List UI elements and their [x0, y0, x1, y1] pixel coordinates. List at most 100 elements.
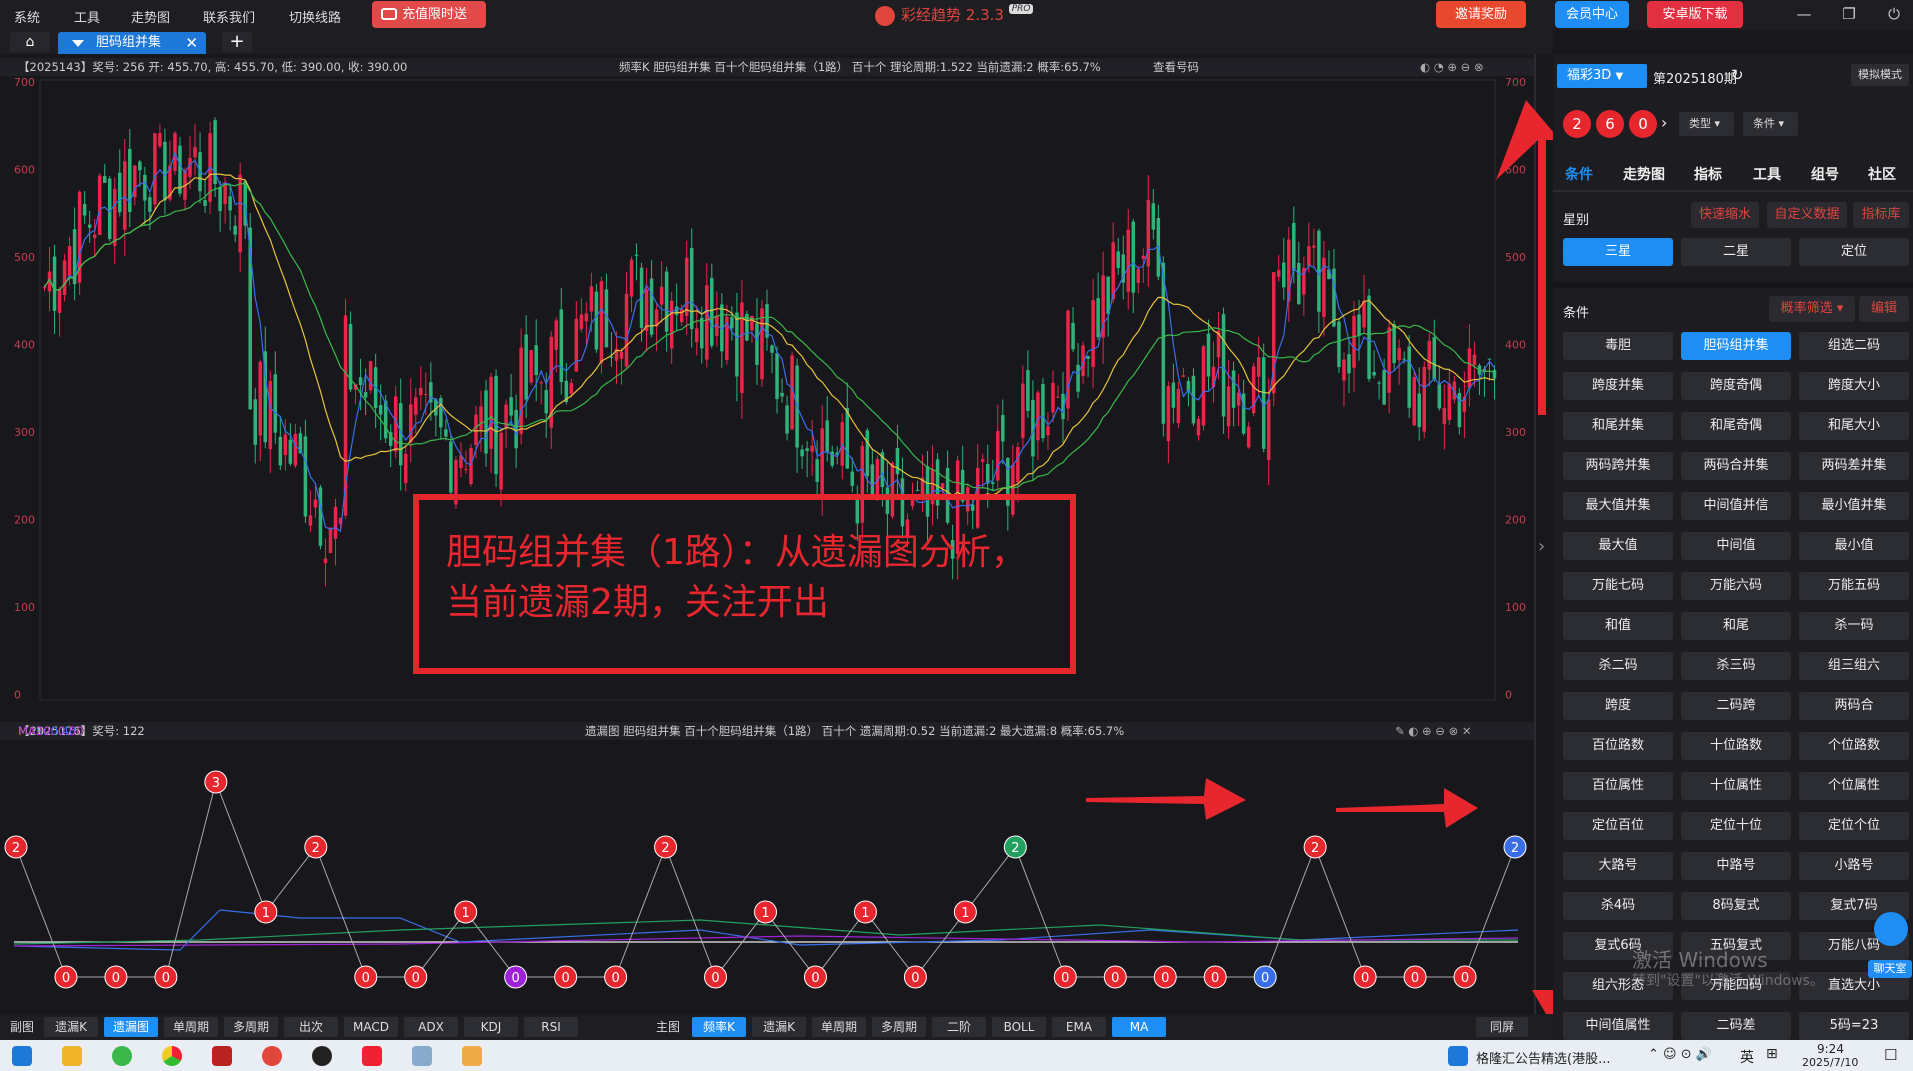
- news-ticker[interactable]: 格隆汇公告精选(港股...: [1476, 1048, 1610, 1067]
- condition-button[interactable]: 杀三码: [1681, 652, 1791, 680]
- lottery-select[interactable]: 福彩3D ▼: [1557, 64, 1647, 88]
- indicator-lib-button[interactable]: 指标库: [1853, 202, 1909, 228]
- condition-button[interactable]: 十位属性: [1681, 772, 1791, 800]
- probability-filter-dropdown[interactable]: 概率筛选 ▾: [1769, 296, 1855, 322]
- condition-button[interactable]: 和尾奇偶: [1681, 412, 1791, 440]
- condition-button[interactable]: 中间值并信: [1681, 492, 1791, 520]
- main-chart-button[interactable]: 二阶: [932, 1017, 986, 1037]
- sub-chart-button[interactable]: RSI: [524, 1017, 578, 1037]
- tab-trend[interactable]: 走势图: [1623, 164, 1665, 184]
- android-download-button[interactable]: 安卓版下载: [1647, 1, 1743, 28]
- sub-chart-button[interactable]: 单周期: [164, 1017, 218, 1037]
- condition-button[interactable]: 中间值: [1681, 532, 1791, 560]
- condition-button[interactable]: 跨度: [1563, 692, 1673, 720]
- condition-button[interactable]: 组选二码: [1799, 332, 1909, 360]
- type-dropdown[interactable]: 类型 ▾: [1679, 112, 1734, 136]
- condition-button[interactable]: 跨度大小: [1799, 372, 1909, 400]
- chevron-right-icon[interactable]: ›: [1661, 113, 1667, 132]
- sim-mode-button[interactable]: 模拟模式: [1851, 64, 1909, 86]
- condition-button[interactable]: 胆码组并集: [1681, 332, 1791, 360]
- condition-button[interactable]: 小路号: [1799, 852, 1909, 880]
- member-center-button[interactable]: 会员中心: [1555, 1, 1629, 28]
- sub-chart-button[interactable]: 出次: [284, 1017, 338, 1037]
- condition-button[interactable]: 两码合: [1799, 692, 1909, 720]
- condition-button[interactable]: 8码复式: [1681, 892, 1791, 920]
- condition-button[interactable]: 大路号: [1563, 852, 1673, 880]
- tab-conditions[interactable]: 条件: [1565, 164, 1593, 184]
- condition-button[interactable]: 二码差: [1681, 1012, 1791, 1040]
- notes-icon[interactable]: [412, 1046, 432, 1066]
- main-chart-button[interactable]: BOLL: [992, 1017, 1046, 1037]
- tab-indicators[interactable]: 指标: [1694, 164, 1722, 184]
- condition-button[interactable]: 杀4码: [1563, 892, 1673, 920]
- custom-data-button[interactable]: 自定义数据: [1767, 202, 1847, 228]
- condition-button[interactable]: 最小值并集: [1799, 492, 1909, 520]
- condition-button[interactable]: 百位属性: [1563, 772, 1673, 800]
- condition-button[interactable]: 两码跨并集: [1563, 452, 1673, 480]
- condition-button[interactable]: 最小值: [1799, 532, 1909, 560]
- news-icon[interactable]: [1448, 1046, 1468, 1066]
- condition-button[interactable]: 万能六码: [1681, 572, 1791, 600]
- wps-icon[interactable]: [362, 1046, 382, 1066]
- ime-grid-icon[interactable]: ⊞: [1766, 1046, 1778, 1062]
- sub-chart-button[interactable]: KDJ: [464, 1017, 518, 1037]
- condition-button[interactable]: 二码跨: [1681, 692, 1791, 720]
- position-button[interactable]: 定位: [1799, 238, 1909, 266]
- chat-bubble-icon[interactable]: [1874, 912, 1908, 946]
- main-chart-button[interactable]: EMA: [1052, 1017, 1106, 1037]
- main-chart-button[interactable]: 遗漏K: [752, 1017, 806, 1037]
- condition-button[interactable]: 最大值: [1563, 532, 1673, 560]
- condition-button[interactable]: 和尾大小: [1799, 412, 1909, 440]
- condition-button[interactable]: 跨度奇偶: [1681, 372, 1791, 400]
- restore-icon[interactable]: ❐: [1838, 3, 1860, 25]
- sub-chart-button[interactable]: 遗漏图: [104, 1017, 158, 1037]
- notification-icon[interactable]: ☐: [1884, 1046, 1897, 1064]
- windows-start-icon[interactable]: [12, 1046, 32, 1066]
- tab-group[interactable]: 组号: [1811, 164, 1839, 184]
- condition-button[interactable]: 个位路数: [1799, 732, 1909, 760]
- condition-button[interactable]: 两码差并集: [1799, 452, 1909, 480]
- condition-button[interactable]: 中间值属性: [1563, 1012, 1673, 1040]
- condition-button[interactable]: 组三组六: [1799, 652, 1909, 680]
- sub-chart-button[interactable]: 遗漏K: [44, 1017, 98, 1037]
- edit-button[interactable]: 编辑: [1859, 296, 1909, 322]
- sub-chart-button[interactable]: ADX: [404, 1017, 458, 1037]
- chat-room-button[interactable]: 聊天室: [1868, 960, 1912, 978]
- refresh-icon[interactable]: ↻: [1731, 66, 1744, 84]
- clock-time[interactable]: 9:24: [1817, 1042, 1844, 1056]
- minimize-icon[interactable]: —: [1793, 3, 1815, 25]
- power-icon[interactable]: ⏻: [1883, 3, 1905, 25]
- condition-button[interactable]: 最大值并集: [1563, 492, 1673, 520]
- condition-button[interactable]: 万能五码: [1799, 572, 1909, 600]
- condition-button[interactable]: 两码合并集: [1681, 452, 1791, 480]
- condition-button[interactable]: 杀二码: [1563, 652, 1673, 680]
- condition-button[interactable]: 中路号: [1681, 852, 1791, 880]
- star-two-button[interactable]: 二星: [1681, 238, 1791, 266]
- tray-icons[interactable]: ⌃ ☺ ⊙ 🔊: [1648, 1047, 1712, 1062]
- clock-date[interactable]: 2025/7/10: [1802, 1056, 1858, 1069]
- condition-dropdown[interactable]: 条件 ▾: [1743, 112, 1798, 136]
- wechat-icon[interactable]: [112, 1046, 132, 1066]
- star-three-button[interactable]: 三星: [1563, 238, 1673, 266]
- paint-icon[interactable]: [462, 1046, 482, 1066]
- tab-tools[interactable]: 工具: [1753, 164, 1781, 184]
- quick-shrink-button[interactable]: 快速缩水: [1691, 202, 1759, 228]
- condition-button[interactable]: 定位个位: [1799, 812, 1909, 840]
- ime-indicator[interactable]: 英: [1740, 1047, 1754, 1067]
- condition-button[interactable]: 个位属性: [1799, 772, 1909, 800]
- condition-button[interactable]: 杀一码: [1799, 612, 1909, 640]
- qq-icon[interactable]: [312, 1046, 332, 1066]
- condition-button[interactable]: 万能七码: [1563, 572, 1673, 600]
- condition-button[interactable]: 跨度并集: [1563, 372, 1673, 400]
- condition-button[interactable]: 定位百位: [1563, 812, 1673, 840]
- condition-button[interactable]: 百位路数: [1563, 732, 1673, 760]
- sync-screen-button[interactable]: 同屏: [1476, 1017, 1528, 1037]
- main-chart-button[interactable]: 单周期: [812, 1017, 866, 1037]
- condition-button[interactable]: 和尾: [1681, 612, 1791, 640]
- condition-button[interactable]: 和值: [1563, 612, 1673, 640]
- stock-app-icon[interactable]: [212, 1046, 232, 1066]
- sub-chart-button[interactable]: 多周期: [224, 1017, 278, 1037]
- condition-button[interactable]: 5码=23: [1799, 1012, 1909, 1040]
- tab-community[interactable]: 社区: [1868, 164, 1896, 184]
- condition-button[interactable]: 十位路数: [1681, 732, 1791, 760]
